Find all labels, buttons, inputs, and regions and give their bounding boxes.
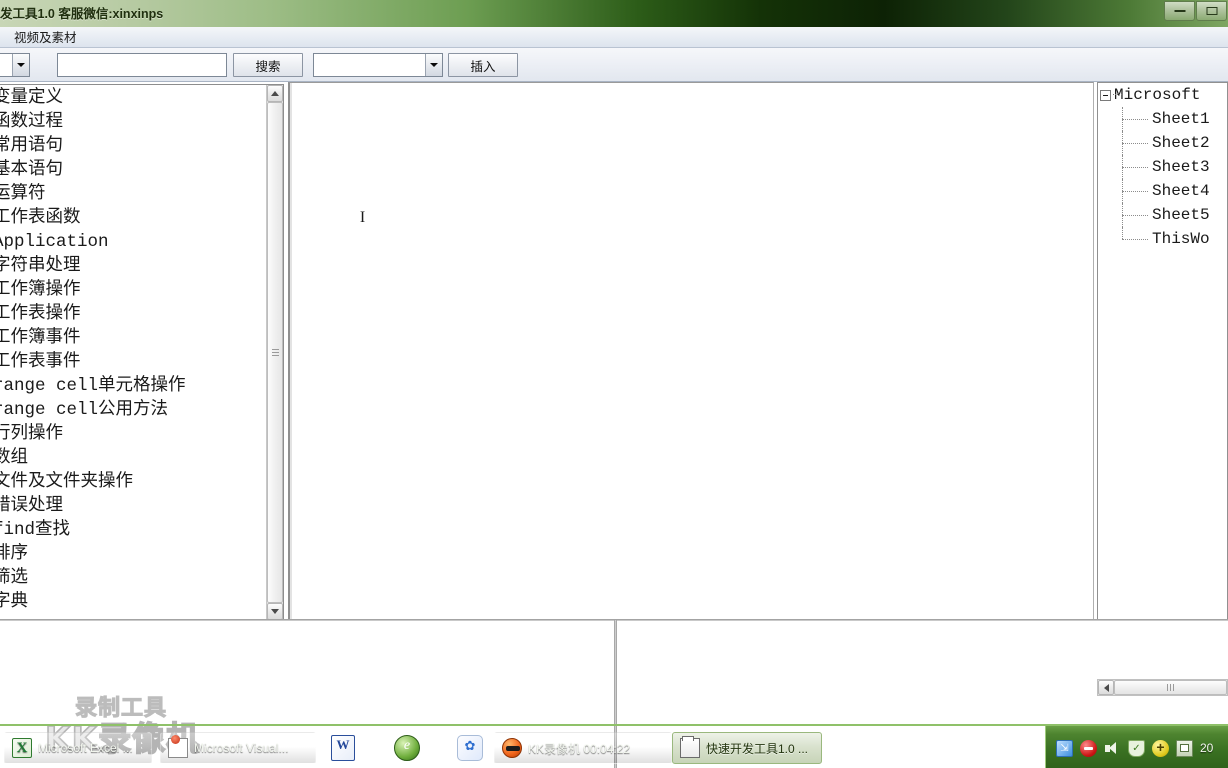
scroll-track[interactable]	[267, 102, 283, 603]
code-editor[interactable]	[288, 82, 1094, 621]
category-list-item[interactable]: Application	[0, 230, 266, 254]
taskbar-button-label: Microsoft Visual...	[194, 741, 289, 755]
category-list-item[interactable]: 常用语句	[0, 134, 266, 158]
security-shield-icon[interactable]	[1128, 739, 1145, 757]
menu-bar: 视频及素材	[0, 27, 1228, 48]
tree-node-sheet5[interactable]: Sheet5	[1098, 203, 1227, 227]
category-list-item[interactable]: 文件及文件夹操作	[0, 470, 266, 494]
chevron-down-icon[interactable]	[425, 54, 442, 76]
category-list-item[interactable]: range cell公用方法	[0, 398, 266, 422]
search-button[interactable]: 搜索	[233, 53, 303, 77]
taskbar-button-visualbasic[interactable]: Microsoft Visual...	[160, 732, 316, 764]
tree-root-node[interactable]: Microsoft	[1098, 83, 1227, 107]
category-list-item[interactable]: 工作表事件	[0, 350, 266, 374]
category-list-item[interactable]: 字符串处理	[0, 254, 266, 278]
tree-horizontal-scrollbar[interactable]	[1097, 679, 1228, 696]
window-title: 发工具1.0 客服微信:xinxinps	[0, 7, 164, 21]
clock[interactable]: 20	[1200, 741, 1222, 755]
category-list-item[interactable]: 运算符	[0, 182, 266, 206]
category-list-item[interactable]: 错误处理	[0, 494, 266, 518]
update-plus-icon[interactable]	[1152, 739, 1169, 757]
category-list-item[interactable]: find查找	[0, 518, 266, 542]
category-list-item[interactable]: 工作表操作	[0, 302, 266, 326]
system-tray: 20	[1045, 726, 1228, 768]
tree-node-label: Sheet4	[1152, 182, 1210, 200]
category-list-item[interactable]: 工作簿操作	[0, 278, 266, 302]
toolbar: 搜索 插入	[0, 48, 1228, 82]
network-monitor-icon[interactable]	[1176, 739, 1193, 757]
taskbar-button-excel[interactable]: Microsoft Excel ...	[4, 732, 152, 764]
tree-node-label: Sheet3	[1152, 158, 1210, 176]
category-list-item[interactable]: 字典	[0, 590, 266, 614]
tree-node-label: Sheet5	[1152, 206, 1210, 224]
tree-connector	[1113, 94, 1122, 95]
main-area: 变量定义函数过程常用语句基本语句运算符工作表函数Application字符串处理…	[0, 82, 1228, 768]
taskbar-button-kk-recorder[interactable]: KK录像机 00:04:22	[494, 732, 672, 764]
project-explorer-tree[interactable]: Microsoft Sheet1 Sheet2 Sheet3 Sheet4 Sh…	[1097, 82, 1228, 621]
tree-root-label: Microsoft	[1114, 86, 1201, 104]
text-cursor-icon	[359, 210, 366, 227]
category-list-panel: 变量定义函数过程常用语句基本语句运算符工作表函数Application字符串处理…	[0, 84, 284, 621]
minimize-button[interactable]	[1164, 1, 1195, 21]
insert-button[interactable]: 插入	[448, 53, 518, 77]
category-list-item[interactable]: 行列操作	[0, 422, 266, 446]
hscroll-thumb[interactable]	[1114, 680, 1227, 695]
tree-node-sheet4[interactable]: Sheet4	[1098, 179, 1227, 203]
scroll-up-button[interactable]	[267, 85, 283, 102]
category-list-item[interactable]: 工作簿事件	[0, 326, 266, 350]
internet-explorer-icon[interactable]	[394, 735, 420, 761]
word-icon[interactable]	[331, 735, 355, 761]
menu-item-video-materials[interactable]: 视频及素材	[8, 29, 83, 47]
app-blue-icon[interactable]	[457, 735, 483, 761]
taskbar-button-dev-tool[interactable]: 快速开发工具1.0 ...	[672, 732, 822, 764]
taskbar-button-label: 快速开发工具1.0 ...	[706, 741, 809, 756]
category-list-item[interactable]: 工作表函数	[0, 206, 266, 230]
grip-icon	[271, 347, 279, 358]
folder-icon	[680, 736, 700, 758]
window-titlebar[interactable]: 发工具1.0 客服微信:xinxinps	[0, 0, 1228, 27]
chevron-down-icon[interactable]	[12, 54, 29, 76]
category-list-item[interactable]: range cell单元格操作	[0, 374, 266, 398]
category-list-item[interactable]: 变量定义	[0, 86, 266, 110]
category-list-item[interactable]: 数组	[0, 446, 266, 470]
kk-recorder-icon	[502, 738, 522, 758]
taskbar-button-label: KK录像机 00:04:22	[528, 741, 631, 756]
search-input[interactable]	[57, 53, 227, 77]
scroll-left-button[interactable]	[1098, 680, 1114, 695]
scroll-down-button[interactable]	[267, 603, 283, 620]
taskbar-button-label: Microsoft Excel ...	[38, 741, 133, 755]
excel-icon	[12, 738, 32, 758]
target-combo[interactable]	[313, 53, 443, 77]
volume-icon[interactable]	[1104, 740, 1121, 757]
scroll-thumb[interactable]	[267, 102, 283, 603]
category-list[interactable]: 变量定义函数过程常用语句基本语句运算符工作表函数Application字符串处理…	[0, 85, 266, 620]
tree-node-thisworkbook[interactable]: ThisWo	[1098, 227, 1227, 251]
notify-red-icon[interactable]	[1080, 739, 1097, 757]
sync-icon[interactable]	[1056, 739, 1073, 757]
tree-node-sheet3[interactable]: Sheet3	[1098, 155, 1227, 179]
category-list-item[interactable]: 函数过程	[0, 110, 266, 134]
hscroll-track[interactable]	[1114, 680, 1227, 695]
tree-node-sheet2[interactable]: Sheet2	[1098, 131, 1227, 155]
taskbar: Microsoft Excel ... Microsoft Visual... …	[0, 724, 1228, 768]
tree-node-label: ThisWo	[1152, 230, 1210, 248]
watermark-line-1: 录制工具	[74, 696, 168, 722]
category-list-item[interactable]: 排序	[0, 542, 266, 566]
tree-node-sheet1[interactable]: Sheet1	[1098, 107, 1227, 131]
category-list-item[interactable]: 基本语句	[0, 158, 266, 182]
window-controls	[1164, 0, 1228, 22]
category-list-scrollbar[interactable]	[266, 85, 283, 620]
tree-node-label: Sheet2	[1152, 134, 1210, 152]
category-combo[interactable]	[0, 53, 30, 77]
maximize-button[interactable]	[1196, 1, 1227, 21]
tree-node-label: Sheet1	[1152, 110, 1210, 128]
collapse-icon[interactable]	[1100, 90, 1111, 101]
category-list-item[interactable]: 筛选	[0, 566, 266, 590]
grip-icon	[1166, 684, 1175, 691]
visualbasic-icon	[168, 735, 188, 758]
